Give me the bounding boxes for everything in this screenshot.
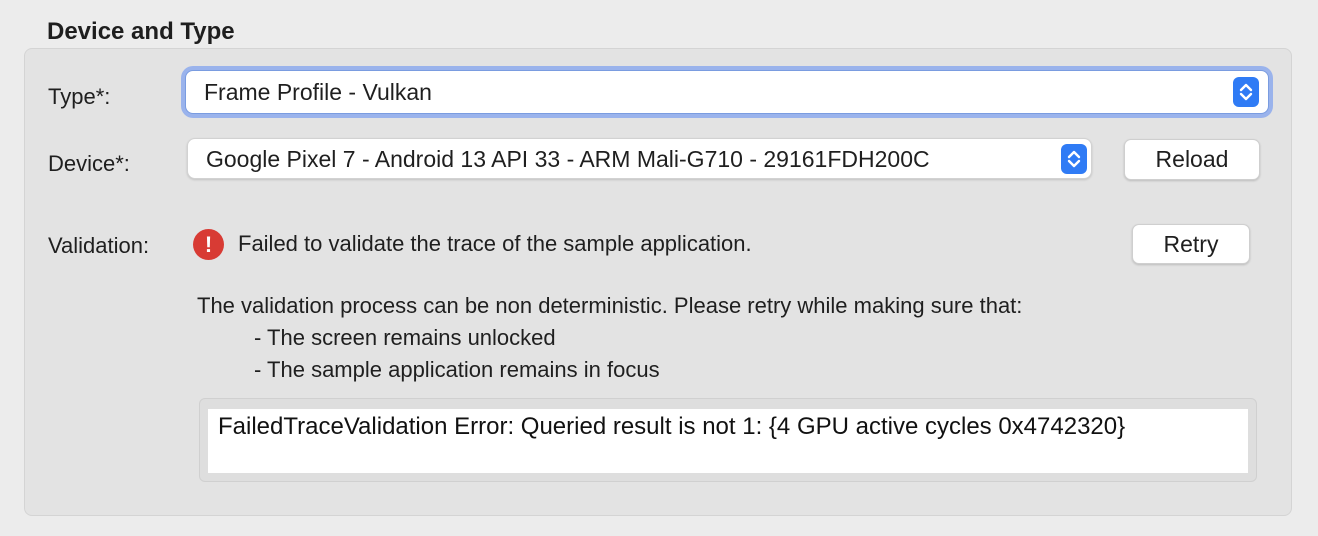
reload-button[interactable]: Reload bbox=[1124, 139, 1260, 180]
retry-button[interactable]: Retry bbox=[1132, 224, 1250, 264]
error-icon: ! bbox=[193, 229, 224, 260]
validation-hint-intro: The validation process can be non determ… bbox=[197, 293, 1023, 318]
validation-message: Failed to validate the trace of the samp… bbox=[238, 231, 752, 256]
device-label: Device*: bbox=[48, 151, 130, 176]
error-detail-text[interactable]: FailedTraceValidation Error: Queried res… bbox=[208, 409, 1248, 473]
device-select-value: Google Pixel 7 - Android 13 API 33 - ARM… bbox=[206, 145, 930, 172]
validation-hint-item: - The sample application remains in focu… bbox=[254, 357, 660, 382]
type-select[interactable]: Frame Profile - Vulkan bbox=[185, 70, 1269, 114]
type-select-value: Frame Profile - Vulkan bbox=[204, 79, 432, 105]
type-select-stepper[interactable] bbox=[1233, 77, 1259, 107]
section-title: Device and Type bbox=[47, 18, 235, 45]
chevron-up-down-icon bbox=[1067, 150, 1081, 167]
chevron-up-down-icon bbox=[1239, 83, 1253, 101]
validation-label: Validation: bbox=[48, 233, 150, 258]
device-select[interactable]: Google Pixel 7 - Android 13 API 33 - ARM… bbox=[187, 138, 1092, 179]
validation-hint-item: - The screen remains unlocked bbox=[254, 325, 556, 350]
device-select-stepper[interactable] bbox=[1061, 143, 1087, 174]
error-detail-box: FailedTraceValidation Error: Queried res… bbox=[199, 398, 1257, 482]
type-label: Type*: bbox=[48, 84, 111, 109]
